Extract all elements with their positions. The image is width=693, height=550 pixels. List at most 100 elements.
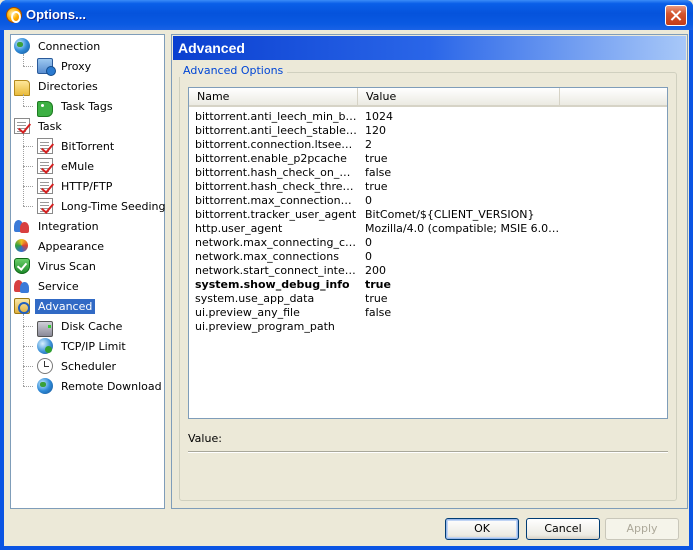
option-name: bittorrent.connection.ltseed_p... xyxy=(195,138,357,151)
option-name: bittorrent.tracker_user_agent xyxy=(195,208,357,221)
tree-item-tcp-ip-limit[interactable]: TCP/IP Limit xyxy=(37,337,129,355)
table-row[interactable]: bittorrent.hash_check_on_finis... false xyxy=(189,166,667,180)
option-value: 0 xyxy=(365,236,372,249)
table-row[interactable]: ui.preview_any_file false xyxy=(189,306,667,320)
table-row[interactable]: bittorrent.tracker_user_agent BitComet/${… xyxy=(189,208,667,222)
dialog-body: Connection Proxy Directories Task Tags Task B… xyxy=(4,30,689,546)
option-value: true xyxy=(365,180,388,193)
tree-item-scheduler[interactable]: Scheduler xyxy=(37,357,119,375)
option-name: ui.preview_any_file xyxy=(195,306,300,319)
table-row[interactable]: bittorrent.connection.ltseed_p... 2 xyxy=(189,138,667,152)
tree-item-bittorrent[interactable]: BitTorrent xyxy=(37,137,117,155)
tree-item-integration[interactable]: Integration xyxy=(14,217,102,235)
tree-connector xyxy=(23,166,33,167)
option-name: bittorrent.anti_leech_min_byte xyxy=(195,110,357,123)
tree-item-appearance[interactable]: Appearance xyxy=(14,237,107,255)
tree-item-label: eMule xyxy=(61,159,95,173)
tree-item-advanced[interactable]: Advanced xyxy=(14,297,96,315)
option-value: 2 xyxy=(365,138,372,151)
tree-connector xyxy=(23,66,33,67)
tree-item-virus-scan[interactable]: Virus Scan xyxy=(14,257,99,275)
option-name: bittorrent.hash_check_thread... xyxy=(195,180,357,193)
tree-item-label: TCP/IP Limit xyxy=(61,339,126,353)
tree-item-emule[interactable]: eMule xyxy=(37,157,97,175)
table-row[interactable]: system.show_debug_info true xyxy=(189,278,667,292)
appearance-icon xyxy=(14,238,30,254)
tree-item-proxy[interactable]: Proxy xyxy=(37,57,94,76)
tree-connector xyxy=(23,94,24,106)
tag-icon xyxy=(37,101,53,117)
option-value: true xyxy=(365,292,388,305)
apply-button[interactable]: Apply xyxy=(605,518,679,540)
tree-item-label: Appearance xyxy=(38,239,105,253)
option-name: bittorrent.anti_leech_stable_sec xyxy=(195,124,357,137)
table-row[interactable]: network.start_connect_interv... 200 xyxy=(189,264,667,278)
options-tree[interactable]: Connection Proxy Directories Task Tags Task B… xyxy=(10,34,166,509)
advanced-panel: Advanced Advanced Options Name Value bit… xyxy=(171,34,688,509)
app-logo-icon xyxy=(6,7,22,23)
table-row[interactable]: bittorrent.hash_check_thread... true xyxy=(189,180,667,194)
column-header-value[interactable]: Value xyxy=(358,88,560,107)
tree-item-service[interactable]: Service xyxy=(14,277,82,295)
table-row[interactable]: system.use_app_data true xyxy=(189,292,667,306)
tree-item-label: Remote Download xyxy=(61,379,162,393)
tree-item-task[interactable]: Task xyxy=(14,117,65,135)
task-icon xyxy=(14,118,30,134)
shield-icon xyxy=(14,258,30,274)
value-divider xyxy=(188,451,668,453)
network-globe-icon xyxy=(37,338,53,354)
tree-item-disk-cache[interactable]: Disk Cache xyxy=(37,317,125,337)
table-row[interactable]: bittorrent.anti_leech_stable_sec 120 xyxy=(189,124,667,138)
tree-connector xyxy=(23,186,33,187)
tree-item-http-ftp[interactable]: HTTP/FTP xyxy=(37,177,115,195)
cancel-button[interactable]: Cancel xyxy=(526,518,600,540)
option-name: system.use_app_data xyxy=(195,292,315,305)
window-title: Options... xyxy=(26,7,86,22)
option-name: ui.preview_program_path xyxy=(195,320,335,333)
tree-connector xyxy=(23,386,33,387)
table-row[interactable]: http.user_agent Mozilla/4.0 (compatible; … xyxy=(189,222,667,236)
table-row[interactable]: bittorrent.anti_leech_min_byte 1024 xyxy=(189,110,667,124)
ok-button[interactable]: OK xyxy=(445,518,519,540)
value-label: Value: xyxy=(188,432,222,445)
tree-item-long-time-seeding[interactable]: Long-Time Seeding xyxy=(37,197,169,215)
tree-item-directories[interactable]: Directories xyxy=(14,77,101,96)
list-header: Name Value xyxy=(189,88,667,107)
option-name: http.user_agent xyxy=(195,222,283,235)
panel-title: Advanced xyxy=(178,40,245,56)
task-icon xyxy=(37,158,53,174)
tree-item-label: Task Tags xyxy=(61,99,113,113)
tree-item-remote-download[interactable]: Remote Download xyxy=(37,377,165,395)
tree-item-label: Connection xyxy=(38,39,101,53)
close-button[interactable] xyxy=(665,5,687,26)
column-header-name[interactable]: Name xyxy=(189,88,358,107)
tree-connector xyxy=(23,314,24,386)
tree-connector xyxy=(23,366,33,367)
task-icon xyxy=(37,198,53,214)
tree-item-label: Service xyxy=(38,279,79,293)
tree-item-label: Directories xyxy=(38,79,98,93)
table-row[interactable]: network.max_connecting_con... 0 xyxy=(189,236,667,250)
table-row[interactable]: bittorrent.max_connections_p... 0 xyxy=(189,194,667,208)
tree-item-connection[interactable]: Connection xyxy=(14,37,103,55)
option-name: network.start_connect_interv... xyxy=(195,264,357,277)
table-row[interactable]: bittorrent.enable_p2pcache true xyxy=(189,152,667,166)
disk-icon xyxy=(37,321,53,337)
tree-connector xyxy=(23,206,33,207)
options-list[interactable]: Name Value bittorrent.anti_leech_min_byt… xyxy=(188,87,668,419)
tree-item-task-tags[interactable]: Task Tags xyxy=(37,97,116,117)
tree-connector xyxy=(23,106,33,107)
tree-connector xyxy=(23,54,24,66)
tree-item-label: Disk Cache xyxy=(61,319,123,333)
tree-item-label: BitTorrent xyxy=(61,139,115,153)
title-bar[interactable]: Options... xyxy=(0,0,693,30)
globe-icon xyxy=(37,378,53,394)
option-value: 200 xyxy=(365,264,386,277)
tree-item-label: Proxy xyxy=(61,59,92,73)
option-name: bittorrent.hash_check_on_finis... xyxy=(195,166,357,179)
tree-connector xyxy=(23,146,33,147)
option-name: system.show_debug_info xyxy=(195,278,350,291)
tree-item-label: Integration xyxy=(38,219,99,233)
table-row[interactable]: network.max_connections 0 xyxy=(189,250,667,264)
table-row[interactable]: ui.preview_program_path xyxy=(189,320,667,334)
